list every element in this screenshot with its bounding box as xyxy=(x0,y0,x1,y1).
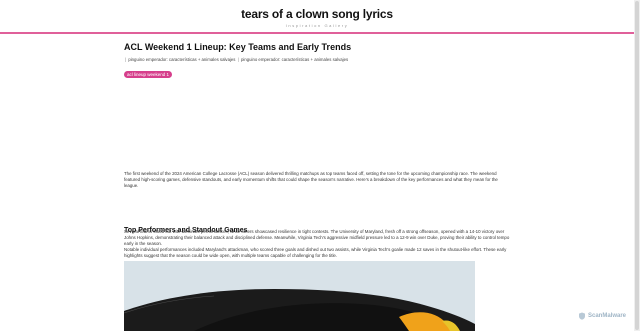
breadcrumb: | pinguino emperador: características + … xyxy=(124,57,512,63)
page: tears of a clown song lyrics Inspiration… xyxy=(0,0,634,331)
shield-icon xyxy=(579,312,585,320)
body-paragraph: Several teams stood out with dominant pe… xyxy=(124,229,510,246)
tag-badge[interactable]: acl lineup weekend 1 xyxy=(124,71,173,78)
site-title[interactable]: tears of a clown song lyrics xyxy=(0,7,634,21)
breadcrumb-separator: | xyxy=(125,57,127,62)
article-title: ACL Weekend 1 Lineup: Key Teams and Earl… xyxy=(124,42,352,52)
breadcrumb-link[interactable]: pinguino emperador: características + an… xyxy=(128,57,235,62)
article-header: ACL Weekend 1 Lineup: Key Teams and Earl… xyxy=(124,41,512,81)
penguin-illustration xyxy=(124,261,475,331)
section-body: Several teams stood out with dominant pe… xyxy=(124,229,514,259)
body-paragraph: Notable individual performances included… xyxy=(124,247,507,258)
watermark: ScanMalware xyxy=(578,311,626,321)
site-header: tears of a clown song lyrics Inspiration… xyxy=(0,0,634,34)
scrollbar[interactable] xyxy=(634,0,640,331)
breadcrumb-separator: | xyxy=(237,57,239,62)
penguin-image xyxy=(124,261,475,331)
scrollbar-thumb[interactable] xyxy=(635,1,639,330)
site-tagline: Inspiration Gallery xyxy=(285,23,349,28)
watermark-text: ScanMalware xyxy=(588,313,627,319)
intro-paragraph: The first weekend of the 2024 American C… xyxy=(124,171,498,189)
breadcrumb-link[interactable]: pinguino emperador: características + an… xyxy=(241,57,348,62)
